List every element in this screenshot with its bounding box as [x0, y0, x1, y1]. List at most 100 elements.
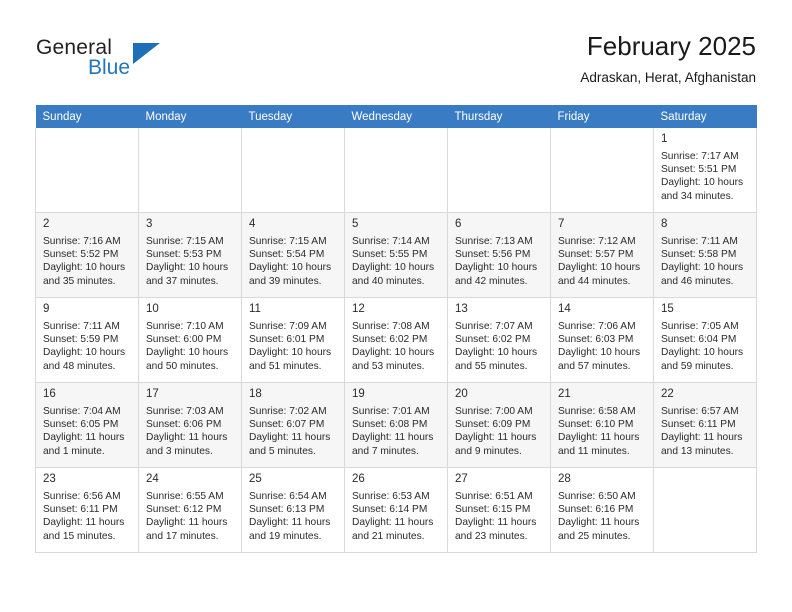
day-info-sunset-line: Sunset: 5:57 PM	[558, 249, 634, 261]
general-blue-logo[interactable]: General Blue	[36, 36, 216, 86]
day-number: 13	[455, 303, 468, 315]
day-info-daylight-1-line: Daylight: 10 hours	[43, 262, 126, 274]
day-sun-info: Sunrise: 7:05 AM Sunset: 6:04 PM Daylight:…	[661, 320, 750, 373]
weekday-header-thursday: Thursday	[447, 105, 551, 128]
calendar-day-cell[interactable]: 28 Sunrise: 6:50 AM Sunset: 6:16 PM Dayligh…	[550, 467, 654, 553]
calendar-day-cell[interactable]: 2 Sunrise: 7:16 AM Sunset: 5:52 PM Daylight…	[35, 212, 139, 298]
calendar-day-cell[interactable]: 21 Sunrise: 6:58 AM Sunset: 6:10 PM Dayligh…	[550, 382, 654, 468]
weekday-header-tuesday: Tuesday	[241, 105, 345, 128]
day-number: 3	[146, 218, 153, 230]
day-number: 27	[455, 473, 468, 485]
day-info-sunset-line: Sunset: 6:02 PM	[455, 334, 531, 346]
day-number: 20	[455, 388, 468, 400]
weekday-header-friday: Friday	[550, 105, 654, 128]
day-info-daylight-2-line: and 35 minutes.	[43, 275, 116, 287]
day-info-daylight-2-line: and 39 minutes.	[249, 275, 322, 287]
day-info-sunrise-line: Sunrise: 7:16 AM	[43, 236, 121, 247]
calendar-day-cell[interactable]: 27 Sunrise: 6:51 AM Sunset: 6:15 PM Dayligh…	[447, 467, 551, 553]
day-sun-info: Sunrise: 6:57 AM Sunset: 6:11 PM Daylight:…	[661, 405, 750, 458]
day-info-sunset-line: Sunset: 6:00 PM	[146, 334, 222, 346]
calendar-day-cell[interactable]: 12 Sunrise: 7:08 AM Sunset: 6:02 PM Dayligh…	[344, 297, 448, 383]
calendar-day-cell-empty	[138, 128, 242, 213]
day-info-sunrise-line: Sunrise: 7:07 AM	[455, 321, 533, 332]
day-info-sunrise-line: Sunrise: 7:08 AM	[352, 321, 430, 332]
day-info-sunset-line: Sunset: 6:05 PM	[43, 419, 119, 431]
day-sun-info: Sunrise: 6:50 AM Sunset: 6:16 PM Daylight:…	[558, 490, 647, 543]
calendar-week-row: 1 Sunrise: 7:17 AM Sunset: 5:51 PM Daylight…	[35, 128, 757, 213]
day-info-sunset-line: Sunset: 6:01 PM	[249, 334, 325, 346]
calendar-day-cell[interactable]: 17 Sunrise: 7:03 AM Sunset: 6:06 PM Dayligh…	[138, 382, 242, 468]
day-cell-inner: 21 Sunrise: 6:58 AM Sunset: 6:10 PM Dayligh…	[552, 383, 653, 463]
calendar-day-cell[interactable]: 16 Sunrise: 7:04 AM Sunset: 6:05 PM Dayligh…	[35, 382, 139, 468]
day-number: 22	[661, 388, 674, 400]
day-info-daylight-2-line: and 50 minutes.	[146, 360, 219, 372]
day-info-sunrise-line: Sunrise: 7:14 AM	[352, 236, 430, 247]
calendar-day-cell[interactable]: 20 Sunrise: 7:00 AM Sunset: 6:09 PM Dayligh…	[447, 382, 551, 468]
calendar-day-cell[interactable]: 1 Sunrise: 7:17 AM Sunset: 5:51 PM Daylight…	[653, 128, 757, 213]
weekday-header-monday: Monday	[138, 105, 242, 128]
calendar-day-cell[interactable]: 23 Sunrise: 6:56 AM Sunset: 6:11 PM Dayligh…	[35, 467, 139, 553]
day-info-sunset-line: Sunset: 5:51 PM	[661, 164, 737, 176]
day-sun-info: Sunrise: 7:17 AM Sunset: 5:51 PM Daylight:…	[661, 150, 750, 203]
logo-text-blue: Blue	[88, 56, 131, 79]
day-cell-inner: 24 Sunrise: 6:55 AM Sunset: 6:12 PM Dayligh…	[140, 468, 241, 548]
day-info-sunrise-line: Sunrise: 7:06 AM	[558, 321, 636, 332]
day-info-daylight-1-line: Daylight: 10 hours	[455, 347, 538, 359]
calendar-day-cell[interactable]: 18 Sunrise: 7:02 AM Sunset: 6:07 PM Dayligh…	[241, 382, 345, 468]
day-cell-inner: 23 Sunrise: 6:56 AM Sunset: 6:11 PM Dayligh…	[37, 468, 138, 548]
day-info-sunset-line: Sunset: 6:07 PM	[249, 419, 325, 431]
calendar-day-cell[interactable]: 10 Sunrise: 7:10 AM Sunset: 6:00 PM Dayligh…	[138, 297, 242, 383]
day-info-daylight-2-line: and 57 minutes.	[558, 360, 631, 372]
day-info-sunrise-line: Sunrise: 6:56 AM	[43, 491, 121, 502]
calendar-day-cell[interactable]: 14 Sunrise: 7:06 AM Sunset: 6:03 PM Dayligh…	[550, 297, 654, 383]
calendar-day-cell[interactable]: 25 Sunrise: 6:54 AM Sunset: 6:13 PM Dayligh…	[241, 467, 345, 553]
day-sun-info: Sunrise: 6:53 AM Sunset: 6:14 PM Daylight:…	[352, 490, 441, 543]
day-cell-inner: 20 Sunrise: 7:00 AM Sunset: 6:09 PM Dayligh…	[449, 383, 550, 463]
day-cell-inner: 9 Sunrise: 7:11 AM Sunset: 5:59 PM Daylight…	[37, 298, 138, 378]
calendar-day-cell[interactable]: 9 Sunrise: 7:11 AM Sunset: 5:59 PM Daylight…	[35, 297, 139, 383]
day-info-sunset-line: Sunset: 6:11 PM	[661, 419, 736, 431]
day-info-sunrise-line: Sunrise: 6:58 AM	[558, 406, 636, 417]
day-sun-info: Sunrise: 7:02 AM Sunset: 6:07 PM Daylight:…	[249, 405, 338, 458]
calendar-day-cell-empty	[344, 128, 448, 213]
day-info-sunrise-line: Sunrise: 7:12 AM	[558, 236, 636, 247]
day-info-sunset-line: Sunset: 6:16 PM	[558, 504, 634, 516]
day-info-sunrise-line: Sunrise: 7:10 AM	[146, 321, 224, 332]
day-info-daylight-1-line: Daylight: 10 hours	[352, 262, 435, 274]
day-info-sunset-line: Sunset: 6:13 PM	[249, 504, 325, 516]
day-info-daylight-1-line: Daylight: 10 hours	[661, 347, 744, 359]
day-info-daylight-1-line: Daylight: 11 hours	[352, 432, 434, 444]
day-number: 7	[558, 218, 565, 230]
day-info-sunrise-line: Sunrise: 6:53 AM	[352, 491, 430, 502]
day-sun-info: Sunrise: 7:08 AM Sunset: 6:02 PM Daylight:…	[352, 320, 441, 373]
calendar-day-cell[interactable]: 7 Sunrise: 7:12 AM Sunset: 5:57 PM Daylight…	[550, 212, 654, 298]
day-info-daylight-2-line: and 9 minutes.	[455, 445, 522, 457]
calendar-day-cell[interactable]: 3 Sunrise: 7:15 AM Sunset: 5:53 PM Daylight…	[138, 212, 242, 298]
calendar-day-cell[interactable]: 24 Sunrise: 6:55 AM Sunset: 6:12 PM Dayligh…	[138, 467, 242, 553]
calendar-day-cell[interactable]: 6 Sunrise: 7:13 AM Sunset: 5:56 PM Daylight…	[447, 212, 551, 298]
calendar-day-cell[interactable]: 11 Sunrise: 7:09 AM Sunset: 6:01 PM Dayligh…	[241, 297, 345, 383]
calendar-day-cell[interactable]: 13 Sunrise: 7:07 AM Sunset: 6:02 PM Dayligh…	[447, 297, 551, 383]
page-subtitle: Adraskan, Herat, Afghanistan	[580, 70, 756, 85]
calendar-day-cell[interactable]: 15 Sunrise: 7:05 AM Sunset: 6:04 PM Dayligh…	[653, 297, 757, 383]
calendar-day-cell[interactable]: 22 Sunrise: 6:57 AM Sunset: 6:11 PM Dayligh…	[653, 382, 757, 468]
day-info-daylight-1-line: Daylight: 11 hours	[146, 517, 228, 529]
day-number: 6	[455, 218, 462, 230]
calendar-day-cell[interactable]: 5 Sunrise: 7:14 AM Sunset: 5:55 PM Daylight…	[344, 212, 448, 298]
calendar-day-cell[interactable]: 4 Sunrise: 7:15 AM Sunset: 5:54 PM Daylight…	[241, 212, 345, 298]
day-sun-info: Sunrise: 7:16 AM Sunset: 5:52 PM Daylight:…	[43, 235, 132, 288]
day-number: 12	[352, 303, 365, 315]
day-cell-inner: 11 Sunrise: 7:09 AM Sunset: 6:01 PM Dayligh…	[243, 298, 344, 378]
day-cell-inner: 5 Sunrise: 7:14 AM Sunset: 5:55 PM Daylight…	[346, 213, 447, 293]
calendar-day-cell[interactable]: 26 Sunrise: 6:53 AM Sunset: 6:14 PM Dayligh…	[344, 467, 448, 553]
day-info-daylight-2-line: and 13 minutes.	[661, 445, 734, 457]
day-info-daylight-1-line: Daylight: 11 hours	[43, 432, 125, 444]
calendar-body: 1 Sunrise: 7:17 AM Sunset: 5:51 PM Daylight…	[35, 128, 757, 553]
day-info-daylight-2-line: and 46 minutes.	[661, 275, 734, 287]
day-info-sunrise-line: Sunrise: 7:05 AM	[661, 321, 739, 332]
day-info-sunset-line: Sunset: 6:03 PM	[558, 334, 634, 346]
day-info-sunset-line: Sunset: 6:10 PM	[558, 419, 634, 431]
day-sun-info: Sunrise: 7:12 AM Sunset: 5:57 PM Daylight:…	[558, 235, 647, 288]
calendar-day-cell[interactable]: 19 Sunrise: 7:01 AM Sunset: 6:08 PM Dayligh…	[344, 382, 448, 468]
calendar-day-cell[interactable]: 8 Sunrise: 7:11 AM Sunset: 5:58 PM Daylight…	[653, 212, 757, 298]
